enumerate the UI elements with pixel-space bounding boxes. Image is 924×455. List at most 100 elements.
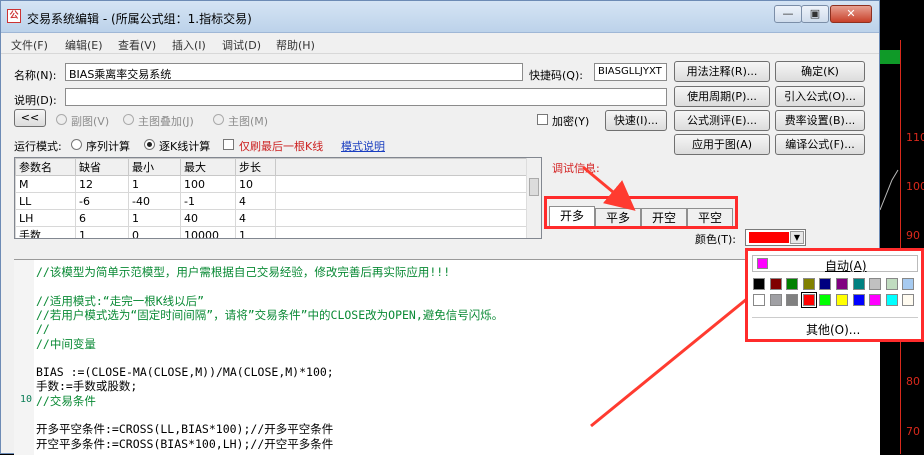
mode-help-link[interactable]: 模式说明 <box>341 138 385 154</box>
usage-notes-button[interactable]: 用法注释(R)... <box>674 61 770 82</box>
shortcut-label: 快捷码(Q): <box>529 69 583 82</box>
cell[interactable]: -1 <box>180 192 236 210</box>
scrollbar-thumb[interactable] <box>529 178 539 196</box>
name-label: 名称(N): <box>14 69 57 82</box>
radio-main-overlay[interactable] <box>123 114 134 125</box>
run-mode-label: 运行模式: <box>14 140 62 153</box>
menu-bar: 文件(F) 编辑(E) 查看(V) 插入(I) 调试(D) 帮助(H) <box>1 34 879 54</box>
radio-sequence-calc[interactable] <box>71 139 82 150</box>
cell[interactable]: 12 <box>75 175 129 193</box>
radio-per-bar-calc[interactable] <box>144 139 155 150</box>
shortcut-input[interactable]: BIASGLLJYXT <box>594 63 667 81</box>
maximize-button[interactable]: ▣ <box>801 5 829 23</box>
close-button[interactable]: ✕ <box>830 5 872 23</box>
color-popup-highlight-box <box>745 248 924 342</box>
axis-tick-label: 70 <box>906 425 920 438</box>
description-input[interactable] <box>65 88 667 106</box>
menu-help[interactable]: 帮助(H) <box>276 37 315 53</box>
menu-debug[interactable]: 调试(D) <box>222 37 261 53</box>
column-header[interactable]: 参数名 <box>15 158 76 176</box>
cell-filler <box>275 209 529 227</box>
last-bar-checkbox[interactable] <box>223 139 234 150</box>
selected-color-swatch <box>749 232 789 243</box>
radio-sequence-calc-label: 序列计算 <box>86 140 130 153</box>
cell[interactable]: LL <box>15 192 76 210</box>
radio-subchart[interactable] <box>56 114 67 125</box>
code-line[interactable]: //交易条件 <box>36 394 96 409</box>
code-line[interactable]: 手数:=手数或股数; <box>36 379 137 394</box>
axis-tick-label: 80 <box>906 375 920 388</box>
background-chart-panel: 110 100 90 80 70 <box>880 0 924 454</box>
formula-test-button[interactable]: 公式测评(E)... <box>674 110 770 131</box>
encrypt-label: 加密(Y) <box>552 115 590 128</box>
apply-to-chart-button[interactable]: 应用于图(A) <box>674 134 770 155</box>
editor-gutter <box>14 260 34 455</box>
code-line[interactable]: //该模型为简单示范模型，用户需根据自己交易经验，修改完善后再实际应用!!! <box>36 265 450 280</box>
code-line[interactable]: 开空平多条件:=CROSS(BIAS*100,LH);//开空平多条件 <box>36 437 333 452</box>
code-line[interactable]: //中间变量 <box>36 337 96 352</box>
chevron-down-icon[interactable]: ▼ <box>790 231 804 244</box>
code-line[interactable]: 开多平空条件:=CROSS(LL,BIAS*100);//开多平空条件 <box>36 422 333 437</box>
cell[interactable]: 1 <box>128 209 181 227</box>
fee-settings-button[interactable]: 费率设置(B)... <box>775 110 865 131</box>
cell[interactable]: LH <box>15 209 76 227</box>
fast-button[interactable]: 快速(I)... <box>605 110 667 131</box>
table-scrollbar[interactable] <box>526 158 541 238</box>
code-line[interactable]: //适用模式:“走完一根K线以后” <box>36 294 204 309</box>
column-header[interactable]: 最大 <box>180 158 236 176</box>
cell[interactable]: -40 <box>128 192 181 210</box>
menu-edit[interactable]: 编辑(E) <box>65 37 103 53</box>
cell[interactable]: 1 <box>128 175 181 193</box>
column-header[interactable]: 步长 <box>235 158 276 176</box>
table-row[interactable]: LL -6 -40 -1 4 <box>15 192 529 210</box>
import-formula-button[interactable]: 引入公式(O)... <box>775 86 865 107</box>
cell[interactable]: 4 <box>235 192 276 210</box>
radio-subchart-label: 副图(V) <box>71 115 110 128</box>
debug-info-label: 调试信息: <box>552 162 600 175</box>
table-row[interactable]: 手数 1 0 10000 1 <box>15 226 529 238</box>
column-header[interactable]: 最小 <box>128 158 181 176</box>
table-header: 参数名 缺省 最小 最大 步长 <box>15 158 529 176</box>
color-label: 颜色(T): <box>695 233 737 246</box>
menu-insert[interactable]: 插入(I) <box>172 37 206 53</box>
radio-main-overlay-label: 主图叠加(J) <box>138 115 194 128</box>
menu-view[interactable]: 查看(V) <box>118 37 156 53</box>
table-row[interactable]: LH 6 1 40 4 <box>15 209 529 227</box>
column-header[interactable]: 缺省 <box>75 158 129 176</box>
encrypt-checkbox[interactable] <box>537 114 548 125</box>
axis-tick-label: 90 <box>906 229 920 242</box>
cell[interactable]: 6 <box>75 209 129 227</box>
collapse-button[interactable]: << <box>14 109 46 127</box>
compile-formula-button[interactable]: 编译公式(F)... <box>775 134 865 155</box>
menu-file[interactable]: 文件(F) <box>11 37 48 53</box>
code-line[interactable]: BIAS :=(CLOSE-MA(CLOSE,M))/MA(CLOSE,M)*1… <box>36 365 334 380</box>
radio-main-chart[interactable] <box>213 114 224 125</box>
minimize-button[interactable]: — <box>774 5 802 23</box>
name-input[interactable]: BIAS乘离率交易系统 <box>65 63 523 81</box>
table-row[interactable]: M 12 1 100 10 <box>15 175 529 193</box>
axis-tick-label: 100 <box>906 180 924 193</box>
cell[interactable]: M <box>15 175 76 193</box>
column-header-filler <box>275 158 529 176</box>
code-line[interactable]: //若用户模式选为“固定时间间隔”，请将”交易条件”中的CLOSE改为OPEN,… <box>36 308 503 323</box>
code-line[interactable]: // <box>36 322 50 337</box>
cell[interactable]: 手数 <box>15 226 76 238</box>
cell[interactable]: 40 <box>180 209 236 227</box>
cell[interactable]: 1 <box>75 226 129 238</box>
confirm-button[interactable]: 确定(K) <box>775 61 865 82</box>
cell[interactable]: 100 <box>180 175 236 193</box>
price-line <box>880 169 899 211</box>
cell-filler <box>275 175 529 193</box>
cell[interactable]: 1 <box>235 226 276 238</box>
window-title: 交易系统编辑 - (所属公式组：1.指标交易) <box>27 12 252 26</box>
cell[interactable]: 0 <box>128 226 181 238</box>
cell[interactable]: 10 <box>235 175 276 193</box>
line-number: 10 <box>19 393 32 405</box>
color-select[interactable]: ▼ <box>745 229 806 246</box>
cell[interactable]: 10000 <box>180 226 236 238</box>
cell[interactable]: -6 <box>75 192 129 210</box>
title-bar: 公 交易系统编辑 - (所属公式组：1.指标交易) — ▣ ✕ <box>1 1 879 33</box>
use-period-button[interactable]: 使用周期(P)... <box>674 86 770 107</box>
cell-filler <box>275 192 529 210</box>
cell[interactable]: 4 <box>235 209 276 227</box>
